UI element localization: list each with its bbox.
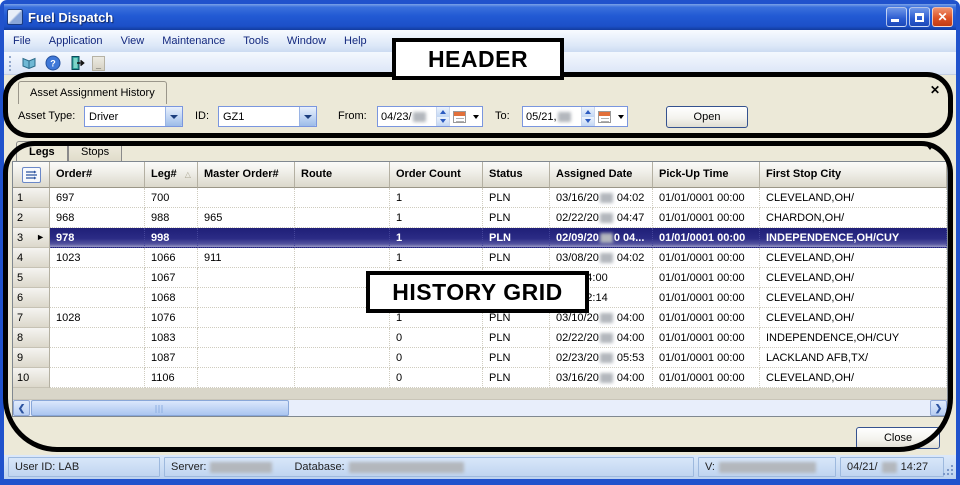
statusbar-datetime-panel: 04/21/ 14:27 — [840, 457, 944, 477]
statusbar-user-panel: User ID: LAB — [8, 457, 160, 477]
minimized-window-button[interactable]: _ — [92, 56, 105, 71]
redacted-value — [882, 462, 897, 473]
redacted-value — [210, 462, 272, 473]
menu-item-application[interactable]: Application — [40, 31, 112, 51]
history-grid-annotation-box: HISTORY GRID — [366, 271, 589, 313]
menu-item-view[interactable]: View — [112, 31, 154, 51]
user-id-text: User ID: LAB — [15, 461, 79, 473]
window-title: Fuel Dispatch — [28, 10, 884, 25]
close-window-button[interactable]: ✕ — [932, 7, 953, 27]
statusbar-version-panel: V: — [698, 457, 836, 477]
notes-icon[interactable] — [18, 53, 40, 73]
menu-item-tools[interactable]: Tools — [234, 31, 278, 51]
title-bar[interactable]: Fuel Dispatch ✕ — [4, 4, 956, 30]
svg-text:?: ? — [50, 59, 56, 69]
status-time: 14:27 — [901, 461, 929, 473]
server-label: Server: — [171, 461, 206, 473]
redacted-value — [349, 462, 464, 473]
history-grid-annotation-label: HISTORY GRID — [392, 279, 562, 306]
status-date: 04/21/ — [847, 461, 878, 473]
menu-item-file[interactable]: File — [4, 31, 40, 51]
status-bar: User ID: LAB Server: Database: V: 04/21/… — [4, 455, 956, 479]
database-label: Database: — [294, 461, 344, 473]
header-region-outline — [3, 72, 953, 138]
redacted-value — [719, 462, 816, 473]
app-icon — [7, 9, 23, 25]
maximize-button[interactable] — [909, 7, 930, 27]
header-annotation-box: HEADER — [392, 38, 564, 80]
resize-grip-icon[interactable] — [951, 473, 953, 475]
header-annotation-label: HEADER — [428, 46, 528, 73]
exit-icon[interactable] — [66, 53, 88, 73]
toolbar-grip[interactable] — [9, 56, 12, 71]
help-icon[interactable]: ? — [42, 53, 64, 73]
statusbar-server-panel: Server: Database: — [164, 457, 694, 477]
minimize-button[interactable] — [886, 7, 907, 27]
menu-item-help[interactable]: Help — [335, 31, 376, 51]
menu-item-maintenance[interactable]: Maintenance — [153, 31, 234, 51]
menu-item-window[interactable]: Window — [278, 31, 335, 51]
version-label: V: — [705, 461, 715, 473]
